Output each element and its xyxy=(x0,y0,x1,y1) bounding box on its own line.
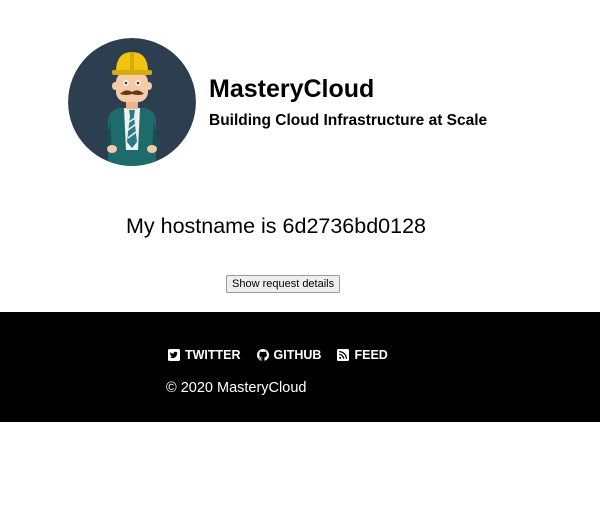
github-icon xyxy=(256,349,269,361)
hostname-text: My hostname is 6d2736bd0128 xyxy=(126,214,427,238)
feed-link[interactable]: FEED xyxy=(337,347,388,363)
copyright-text: © 2020 MasteryCloud xyxy=(166,380,307,396)
twitter-label: TWITTER xyxy=(185,348,241,362)
github-link[interactable]: GITHUB xyxy=(256,347,322,363)
construction-worker-avatar-icon xyxy=(68,38,196,166)
social-links: TWITTER GITHUB FEED xyxy=(168,347,404,363)
twitter-link[interactable]: TWITTER xyxy=(168,347,241,363)
site-header: MasteryCloud Building Cloud Infrastructu… xyxy=(68,38,548,166)
github-label: GITHUB xyxy=(273,348,322,362)
twitter-icon xyxy=(168,349,180,361)
rss-feed-icon xyxy=(337,349,350,361)
avatar[interactable] xyxy=(68,38,196,166)
site-tagline: Building Cloud Infrastructure at Scale xyxy=(209,112,488,129)
site-title[interactable]: MasteryCloud xyxy=(209,73,374,105)
feed-label: FEED xyxy=(354,348,388,362)
show-request-details-button[interactable]: Show request details xyxy=(226,275,341,293)
page: MasteryCloud Building Cloud Infrastructu… xyxy=(0,0,600,514)
site-footer: TWITTER GITHUB FEED © 2020 MasteryCloud xyxy=(0,312,600,422)
